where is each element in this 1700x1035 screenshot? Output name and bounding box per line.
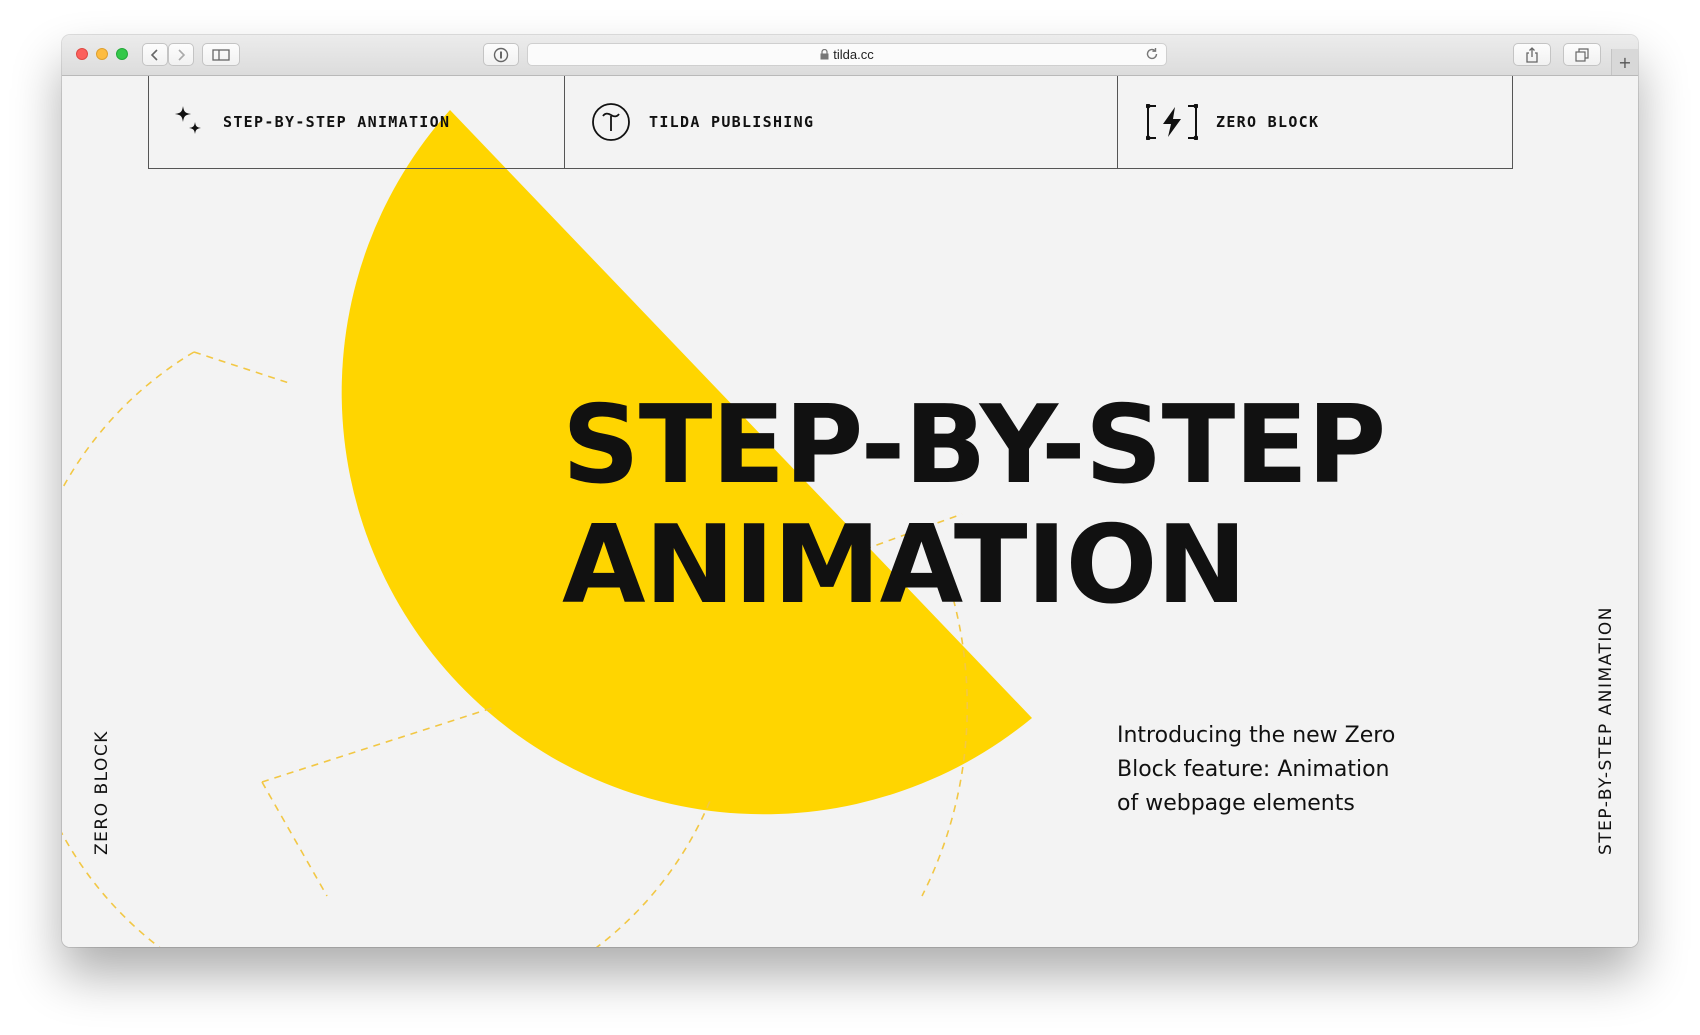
dashed-line-3	[261, 781, 328, 897]
sidebar-button[interactable]	[202, 43, 240, 66]
tabs-icon	[1575, 47, 1589, 62]
new-tab-button[interactable]: +	[1611, 49, 1638, 75]
tabs-button[interactable]	[1563, 43, 1601, 66]
top-navigation: STEP-BY-STEP ANIMATION TILDA PUBLISHING	[148, 76, 1513, 169]
nav-item-tilda-publishing[interactable]: TILDA PUBLISHING	[565, 76, 1118, 168]
share-button[interactable]	[1513, 43, 1551, 66]
hero-title-line-1: STEP-BY-STEP	[562, 383, 1386, 508]
close-window-button[interactable]	[76, 48, 88, 60]
address-bar[interactable]: tilda.cc	[527, 43, 1167, 66]
minimize-window-button[interactable]	[96, 48, 108, 60]
page-content: STEP-BY-STEP ANIMATION TILDA PUBLISHING	[62, 76, 1638, 947]
intro-line-2: Block feature: Animation	[1117, 757, 1390, 782]
dashed-line-1	[193, 351, 293, 385]
side-label-left: ZERO BLOCK	[92, 730, 112, 855]
back-icon	[150, 48, 158, 61]
share-icon	[1526, 46, 1538, 63]
nav-item-step-by-step-animation[interactable]: STEP-BY-STEP ANIMATION	[149, 76, 565, 168]
nav-label: ZERO BLOCK	[1216, 113, 1320, 131]
hero-title-line-2: ANIMATION	[562, 503, 1247, 628]
side-label-right: STEP-BY-STEP ANIMATION	[1596, 606, 1616, 855]
reader-button[interactable]	[483, 43, 519, 66]
dashed-line-2	[261, 707, 493, 783]
intro-text: Introducing the new Zero Block feature: …	[1117, 719, 1417, 821]
sidebar-icon	[212, 48, 230, 61]
zero-block-icon	[1146, 104, 1198, 140]
forward-icon	[178, 48, 186, 61]
url-text: tilda.cc	[833, 47, 874, 62]
browser-window: tilda.cc + STEP-BY-STEP ANIMATION TILDA …	[62, 35, 1638, 947]
hero-title: STEP-BY-STEP ANIMATION	[562, 383, 1386, 628]
forward-button[interactable]	[168, 43, 194, 66]
zoom-window-button[interactable]	[116, 48, 128, 60]
browser-toolbar: tilda.cc +	[62, 35, 1638, 76]
back-button[interactable]	[142, 43, 168, 66]
tilda-logo-icon	[592, 103, 630, 141]
intro-line-3: of webpage elements	[1117, 791, 1355, 816]
reload-icon[interactable]	[1144, 46, 1160, 62]
nav-item-zero-block[interactable]: ZERO BLOCK	[1118, 76, 1512, 168]
nav-label: TILDA PUBLISHING	[649, 113, 815, 131]
sparkle-icon	[175, 106, 201, 134]
reader-icon	[493, 47, 509, 62]
lock-icon	[820, 49, 829, 60]
new-tab-icon: +	[1618, 52, 1632, 72]
intro-line-1: Introducing the new Zero	[1117, 723, 1396, 748]
nav-label: STEP-BY-STEP ANIMATION	[223, 113, 451, 131]
